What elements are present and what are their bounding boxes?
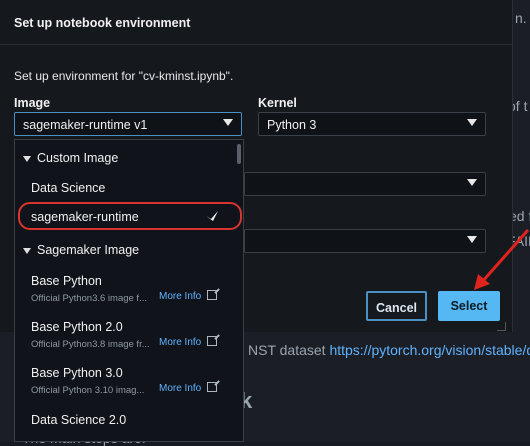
external-link-icon[interactable] [207, 290, 217, 300]
option-data-science-2[interactable]: Data Science 2.0 [31, 413, 126, 427]
modal-title: Set up notebook environment [14, 16, 191, 30]
image-label: Image [14, 96, 51, 110]
group-label: Custom Image [37, 151, 119, 165]
cancel-button[interactable]: Cancel [366, 291, 427, 321]
instance-select[interactable] [244, 172, 486, 196]
option-description: Official Python3.8 image fr... [31, 339, 150, 350]
option-base-python-2[interactable]: Base Python 2.0 [31, 320, 123, 334]
chevron-down-icon [223, 119, 233, 126]
group-sagemaker-image[interactable]: Sagemaker Image [23, 243, 139, 257]
group-custom-image[interactable]: Custom Image [23, 151, 118, 165]
option-base-python[interactable]: Base Python [31, 274, 102, 288]
chevron-down-icon [467, 179, 477, 186]
background-text: NST dataset https://pytorch.org/vision/s… [248, 342, 530, 358]
annotation-arrow-icon [474, 229, 530, 290]
dropdown-scrollbar[interactable] [237, 144, 241, 164]
option-description: Official Python 3.10 imag... [31, 385, 145, 396]
resize-handle-icon[interactable] [497, 322, 506, 331]
external-link-icon[interactable] [207, 336, 217, 346]
group-label: Sagemaker Image [37, 243, 140, 257]
kernel-select[interactable]: Python 3 [258, 112, 486, 136]
option-base-python-3[interactable]: Base Python 3.0 [31, 366, 123, 380]
startup-script-select[interactable] [244, 229, 486, 253]
external-link-icon[interactable] [207, 382, 217, 392]
caret-down-icon [23, 155, 31, 162]
option-description: Official Python3.6 image f... [31, 293, 147, 304]
image-select-value: sagemaker-runtime v1 [23, 118, 148, 132]
cursor-icon [206, 211, 218, 221]
image-dropdown-list: Custom Image Data Science sagemaker-runt… [14, 139, 244, 442]
modal-subtitle: Set up environment for "cv-kminst.ipynb"… [14, 69, 234, 83]
chevron-down-icon [467, 119, 477, 126]
option-data-science[interactable]: Data Science [31, 181, 105, 195]
kernel-label: Kernel [258, 96, 297, 110]
dataset-link[interactable]: https://pytorch.org/vision/stable/d [329, 342, 530, 358]
more-info-link[interactable]: More Info [159, 337, 201, 348]
image-select[interactable]: sagemaker-runtime v1 [14, 112, 242, 136]
select-button[interactable]: Select [438, 291, 500, 321]
option-sagemaker-runtime[interactable]: sagemaker-runtime [31, 210, 139, 224]
kernel-select-value: Python 3 [267, 118, 317, 132]
more-info-link[interactable]: More Info [159, 291, 201, 302]
background-text: n. [515, 10, 527, 26]
modal-header: Set up notebook environment [0, 0, 512, 45]
caret-down-icon [23, 247, 31, 254]
more-info-link[interactable]: More Info [159, 383, 201, 394]
